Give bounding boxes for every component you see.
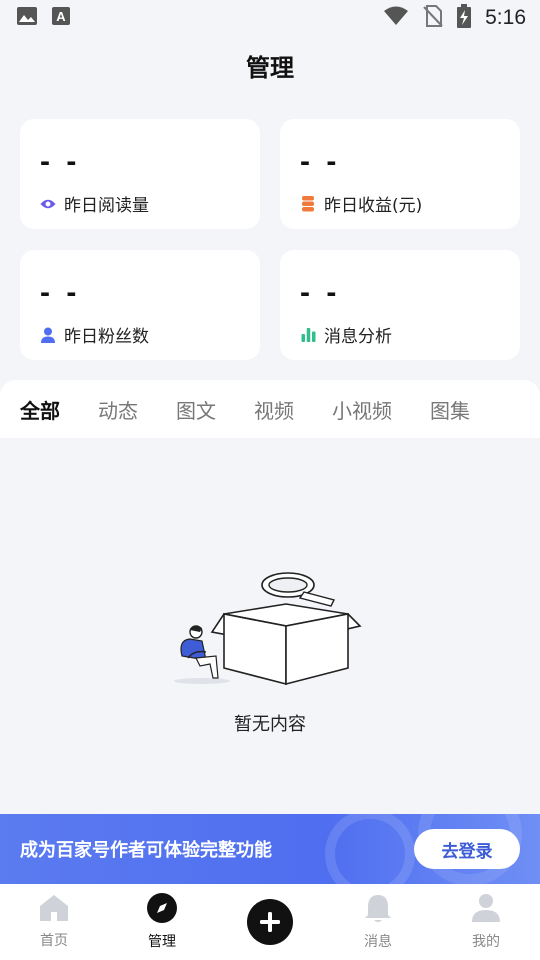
stat-label: 昨日粉丝数 <box>64 327 149 347</box>
plus-icon <box>247 899 293 945</box>
banner-text: 成为百家号作者可体验完整功能 <box>20 840 272 861</box>
nav-home[interactable]: 首页 <box>0 894 108 950</box>
home-icon <box>39 894 69 926</box>
svg-text:A: A <box>56 9 66 24</box>
nav-messages[interactable]: 消息 <box>324 893 432 951</box>
nav-label: 首页 <box>40 933 68 949</box>
login-promo-banner: 成为百家号作者可体验完整功能 去登录 <box>0 814 540 884</box>
content-tabs: 全部 动态 图文 视频 小视频 图集 <box>0 380 540 438</box>
empty-box-illustration <box>174 572 362 686</box>
stat-value: - - <box>300 276 341 309</box>
nav-label: 消息 <box>364 934 392 950</box>
wifi-icon <box>383 6 409 30</box>
stat-card-message-analysis[interactable]: - - 消息分析 <box>280 250 520 360</box>
no-sim-icon <box>423 5 443 31</box>
tab-dynamic[interactable]: 动态 <box>98 395 138 424</box>
stat-card-reads[interactable]: - - 昨日阅读量 <box>20 119 260 229</box>
battery-charging-icon <box>457 4 472 32</box>
nav-manage[interactable]: 管理 <box>108 893 216 951</box>
tab-all[interactable]: 全部 <box>20 395 60 424</box>
bell-icon <box>364 893 392 927</box>
stat-card-followers[interactable]: - - 昨日粉丝数 <box>20 250 260 360</box>
image-notification-icon <box>16 6 38 30</box>
clock: 5:16 <box>485 6 526 29</box>
content-list-area <box>0 438 540 814</box>
compass-icon <box>147 893 177 927</box>
login-button[interactable]: 去登录 <box>414 829 520 869</box>
nav-label: 我的 <box>472 934 500 950</box>
nav-label: 管理 <box>148 934 176 950</box>
nav-create[interactable] <box>216 899 324 945</box>
eye-icon <box>40 196 56 212</box>
stat-card-earnings[interactable]: - - 昨日收益(元) <box>280 119 520 229</box>
tab-article[interactable]: 图文 <box>176 395 216 424</box>
stat-label: 消息分析 <box>324 327 392 347</box>
nav-profile[interactable]: 我的 <box>432 893 540 951</box>
bar-chart-icon <box>300 327 316 343</box>
coin-stack-icon <box>300 195 316 212</box>
empty-state-text: 暂无内容 <box>234 714 306 735</box>
stat-label: 昨日阅读量 <box>64 196 149 216</box>
font-notification-icon: A <box>52 7 70 29</box>
tab-gallery[interactable]: 图集 <box>430 395 470 424</box>
stat-value: - - <box>40 145 81 178</box>
page-title: 管理 <box>246 54 294 82</box>
stat-value: - - <box>40 276 81 309</box>
bottom-nav: 首页 管理 消息 我的 <box>0 884 540 960</box>
profile-icon <box>471 893 501 927</box>
stat-value: - - <box>300 145 341 178</box>
status-bar: A 5:16 <box>0 0 540 36</box>
stat-label: 昨日收益(元) <box>324 196 423 216</box>
tab-short-video[interactable]: 小视频 <box>332 395 392 424</box>
user-icon <box>40 327 56 343</box>
tab-video[interactable]: 视频 <box>254 395 294 424</box>
